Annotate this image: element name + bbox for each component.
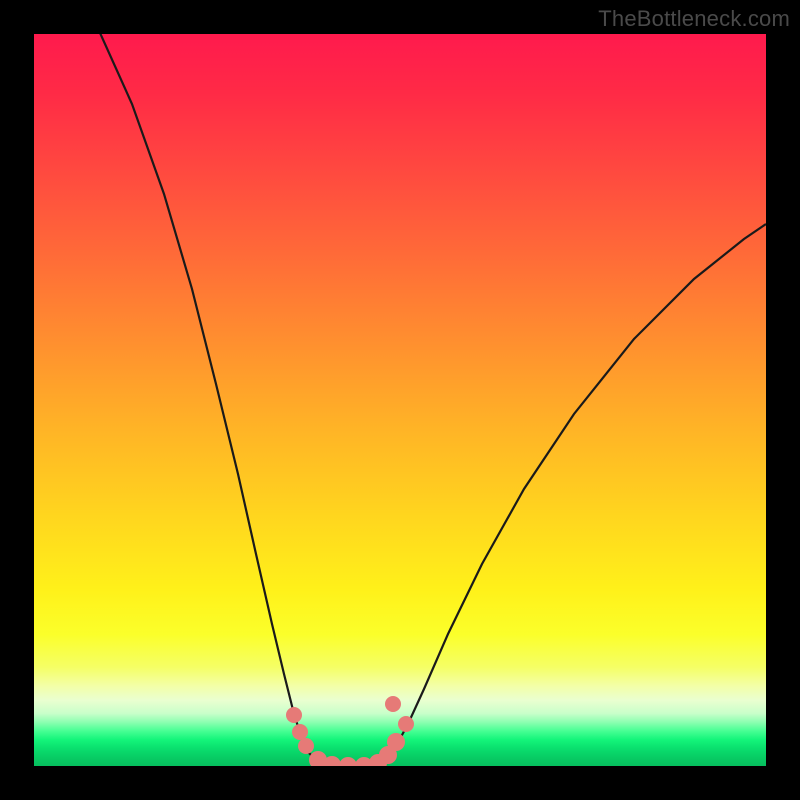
marker-group bbox=[286, 696, 414, 766]
data-marker bbox=[387, 733, 405, 751]
watermark-text: TheBottleneck.com bbox=[598, 6, 790, 32]
chart-frame: TheBottleneck.com bbox=[0, 0, 800, 800]
data-marker bbox=[398, 716, 414, 732]
plot-area bbox=[34, 34, 766, 766]
data-marker bbox=[339, 757, 357, 766]
data-marker bbox=[298, 738, 314, 754]
data-marker bbox=[286, 707, 302, 723]
data-marker bbox=[385, 696, 401, 712]
curve-svg bbox=[34, 34, 766, 766]
data-marker bbox=[292, 724, 308, 740]
bottleneck-curve bbox=[96, 34, 766, 766]
